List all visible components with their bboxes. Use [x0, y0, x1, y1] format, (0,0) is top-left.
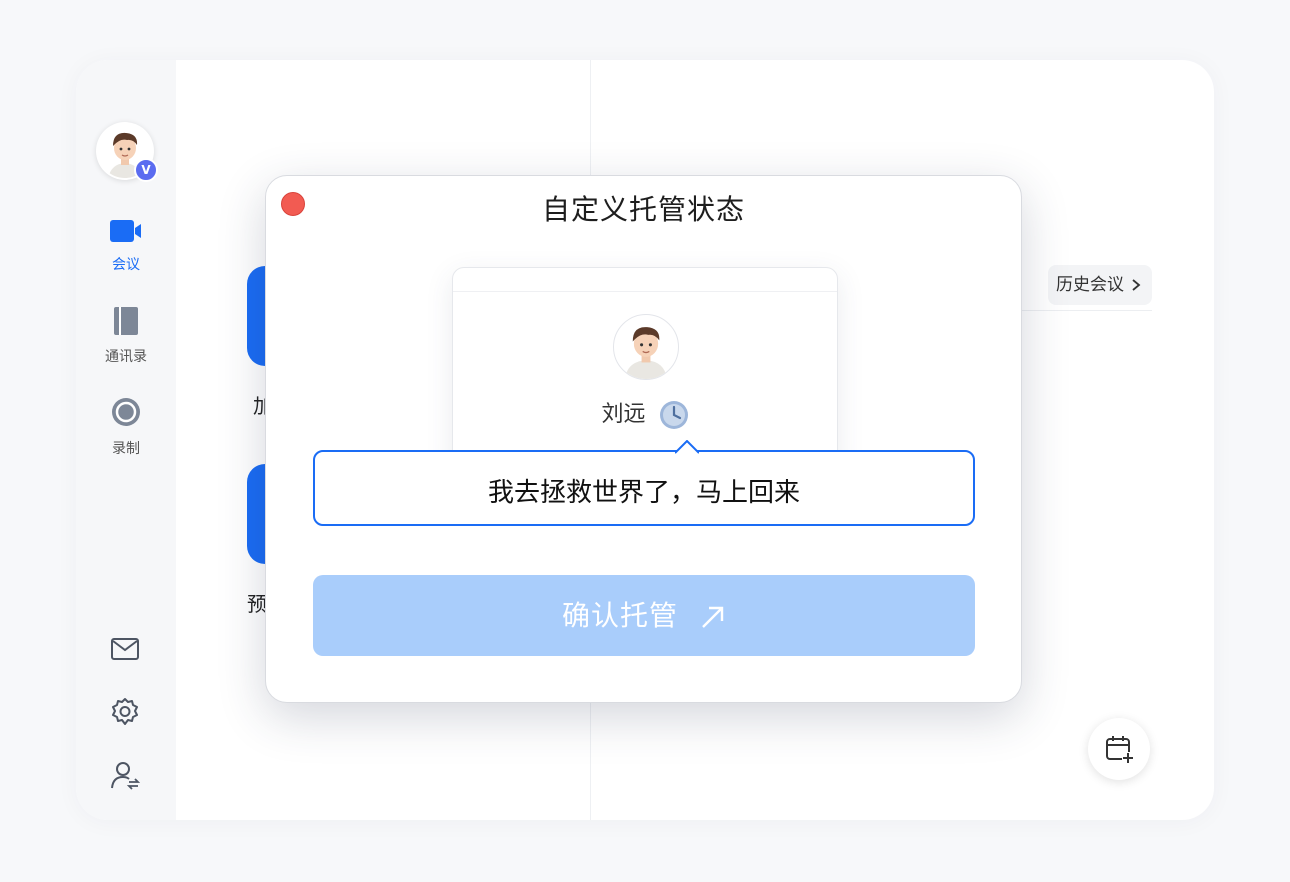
arrow-up-right-icon: [702, 606, 724, 628]
status-preview-card: 刘远: [452, 267, 838, 469]
add-schedule-button[interactable]: [1088, 718, 1150, 780]
mail-icon[interactable]: [110, 634, 140, 664]
user-switch-icon[interactable]: [110, 760, 140, 790]
bubble-pointer: [675, 440, 699, 454]
sidebar-item-label: 会议: [112, 257, 140, 273]
book-icon: [114, 307, 138, 335]
preview-header-divider: [453, 291, 837, 292]
confirm-hosting-label: 确认托管: [562, 599, 679, 632]
sidebar-item-recording[interactable]: 录制: [76, 396, 176, 458]
status-text-value: 我去拯救世界了，马上回来: [487, 478, 800, 508]
sidebar-item-contacts[interactable]: 通讯录: [76, 306, 176, 366]
confirm-hosting-button[interactable]: 确认托管: [313, 575, 975, 656]
avatar[interactable]: V: [96, 122, 158, 182]
verified-badge: V: [134, 158, 158, 182]
sidebar: V 会议 通讯录 录制: [76, 60, 176, 820]
history-meetings-label: 历史会议: [1056, 275, 1124, 295]
settings-gear-icon[interactable]: [110, 697, 140, 727]
record-icon: [112, 398, 140, 426]
preview-user-name: 刘远: [453, 396, 837, 430]
preview-name-text: 刘远: [601, 402, 646, 427]
history-meetings-button[interactable]: 历史会议: [1048, 265, 1152, 305]
video-camera-icon: [110, 220, 141, 242]
sidebar-item-meeting[interactable]: 会议: [76, 218, 176, 274]
preview-avatar-image: [625, 327, 667, 379]
history-divider: [1022, 310, 1152, 311]
calendar-add-icon: [1106, 736, 1134, 764]
dialog-title: 自定义托管状态: [541, 193, 745, 226]
preview-avatar: [613, 314, 679, 380]
chevron-right-icon: [1132, 279, 1141, 291]
sidebar-item-label: 通讯录: [105, 349, 147, 365]
clock-status-icon: [659, 401, 688, 429]
custom-status-dialog: 自定义托管状态 刘远 我去拯救世界了，马上回来 确认托管: [265, 175, 1022, 703]
sidebar-item-label: 录制: [112, 441, 140, 457]
status-text-input[interactable]: 我去拯救世界了，马上回来: [313, 440, 975, 526]
schedule-meeting-label: 预: [247, 592, 267, 616]
